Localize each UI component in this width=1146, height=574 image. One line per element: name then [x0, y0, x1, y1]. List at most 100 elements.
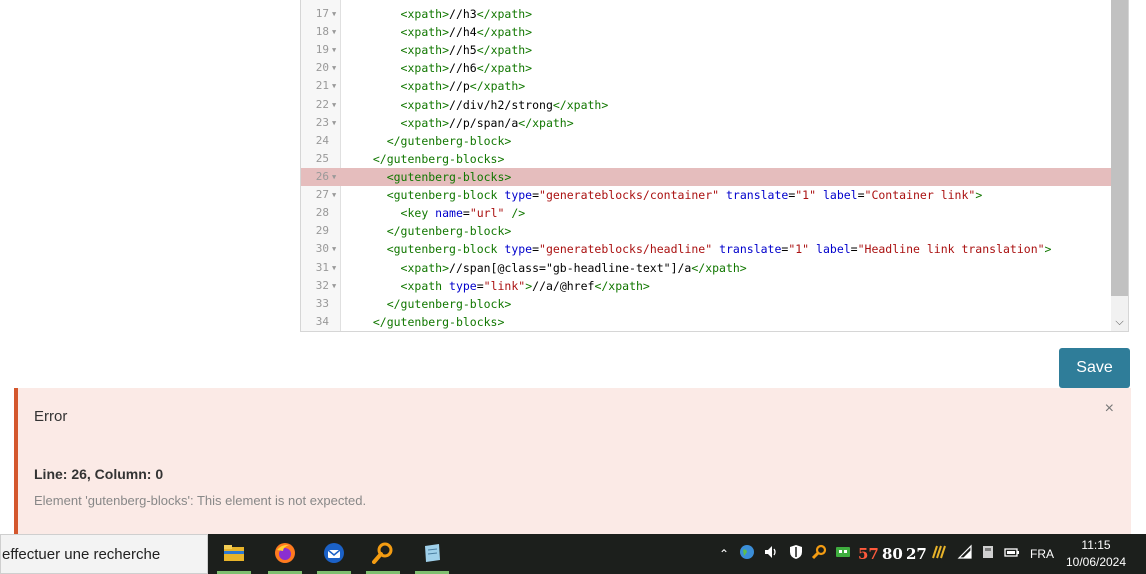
line-number: 18 [315, 25, 329, 39]
code-line[interactable]: 17 ▼ <xpath>//h3</xpath> [301, 5, 1113, 23]
code-lines: 17 ▼ <xpath>//h3</xpath> 18 ▼ <xpath>//h4</… [301, 5, 1113, 331]
thunderbird-icon [324, 543, 344, 563]
code-text: <key name="url" /> [400, 206, 526, 221]
code-line[interactable]: 24 </gutenberg-block> [301, 132, 1113, 150]
code-text: </gutenberg-blocks> [372, 314, 505, 329]
wifi-icon[interactable] [957, 544, 973, 560]
code-line[interactable]: 27 ▼ <gutenberg-block type="generateblock… [301, 186, 1113, 204]
code-text: <xpath>//h3</xpath> [400, 7, 533, 21]
tray-counter-1[interactable]: 57 [858, 544, 879, 564]
code-text: <gutenberg-block type="generateblocks/co… [386, 188, 983, 203]
taskbar: effectuer une recherche ⌃ 57 80 27 FRA 1… [0, 534, 1146, 574]
code-line[interactable]: 31 ▼ <xpath>//span[@class="gb-headline-te… [301, 259, 1113, 277]
close-icon[interactable]: × [1105, 400, 1114, 418]
line-number: 28 [315, 206, 329, 220]
code-line[interactable]: 23 ▼ <xpath>//p/span/a</xpath> [301, 114, 1113, 132]
security-shield-icon[interactable] [788, 544, 804, 560]
code-line[interactable]: 21 ▼ <xpath>//p</xpath> [301, 77, 1113, 95]
line-number: 24 [315, 133, 329, 147]
code-text: </gutenberg-block> [386, 133, 512, 148]
code-line[interactable]: 34 </gutenberg-blocks> [301, 313, 1113, 331]
error-message: Element 'gutenberg-blocks': This element… [34, 493, 367, 508]
code-line[interactable]: 18 ▼ <xpath>//h4</xpath> [301, 23, 1113, 41]
fold-arrow-icon[interactable]: ▼ [332, 77, 340, 95]
scrollbar-thumb[interactable] [1111, 0, 1128, 296]
taskbar-app-thunderbird[interactable] [315, 534, 353, 574]
search-tray-icon[interactable] [811, 544, 827, 560]
globe-icon[interactable] [739, 544, 755, 560]
fold-arrow-icon[interactable]: ▼ [332, 23, 340, 41]
taskbar-search-box[interactable]: effectuer une recherche [0, 534, 208, 574]
search-tool-icon [372, 542, 393, 564]
fold-arrow-icon[interactable]: ▼ [332, 96, 340, 114]
code-line[interactable]: 20 ▼ <xpath>//h6</xpath> [301, 59, 1113, 77]
code-text: <gutenberg-blocks> [386, 169, 512, 184]
code-text: <xpath>//h6</xpath> [400, 61, 533, 76]
show-hidden-icons-chevron-icon[interactable]: ⌃ [716, 534, 732, 574]
language-indicator[interactable]: FRA [1028, 534, 1056, 574]
fold-arrow-icon[interactable]: ▼ [332, 5, 340, 23]
line-number: 27 [315, 188, 329, 202]
app-tray-icon[interactable] [835, 544, 851, 560]
line-number: 19 [315, 43, 329, 57]
code-text: <xpath>//p</xpath> [400, 79, 526, 94]
fold-arrow-icon[interactable]: ▼ [332, 186, 340, 204]
code-text: <xpath>//h5</xpath> [400, 43, 533, 58]
storage-icon[interactable] [980, 544, 996, 560]
scroll-down-icon[interactable]: ⌵ [1111, 314, 1128, 331]
code-line-error[interactable]: 26 ▼ <gutenberg-blocks> [301, 167, 1113, 187]
error-title: Error [34, 408, 68, 425]
code-text: <gutenberg-block type="generateblocks/he… [386, 242, 1052, 257]
fold-arrow-icon[interactable]: ▼ [332, 277, 340, 295]
taskbar-app-firefox[interactable] [266, 534, 304, 574]
fold-arrow-icon[interactable]: ▼ [332, 259, 340, 277]
code-line[interactable]: 32 ▼ <xpath type="link">//a/@href</xpath> [301, 277, 1113, 295]
line-number: 34 [315, 314, 329, 328]
taskbar-app-search-tool[interactable] [364, 534, 402, 574]
code-text: <xpath>//p/span/a</xpath> [400, 115, 574, 130]
error-location: Line: 26, Column: 0 [34, 466, 164, 482]
fold-arrow-icon[interactable]: ▼ [332, 168, 340, 186]
stripes-app-icon[interactable] [931, 544, 947, 560]
clock-date: 10/06/2024 [1065, 555, 1127, 569]
line-number: 22 [315, 97, 329, 111]
line-number: 31 [315, 260, 329, 274]
code-text: <xpath>//div/h2/strong</xpath> [400, 97, 609, 112]
code-line[interactable]: 29 </gutenberg-block> [301, 222, 1113, 240]
code-text: <xpath type="link">//a/@href</xpath> [400, 278, 650, 293]
file-explorer-icon [224, 545, 244, 561]
code-line[interactable]: 30 ▼ <gutenberg-block type="generateblock… [301, 240, 1113, 258]
tray-counter-3[interactable]: 27 [906, 544, 927, 564]
fold-arrow-icon[interactable]: ▼ [332, 59, 340, 77]
code-line[interactable]: 28 <key name="url" /> [301, 204, 1113, 222]
taskbar-app-notepad[interactable] [413, 534, 451, 574]
line-number: 23 [315, 115, 329, 129]
tray-counter-2[interactable]: 80 [882, 544, 903, 564]
code-text: </gutenberg-block> [386, 296, 512, 311]
clock[interactable]: 11:15 10/06/2024 [1058, 537, 1134, 571]
code-line[interactable]: 22 ▼ <xpath>//div/h2/strong</xpath> [301, 96, 1113, 114]
fold-arrow-icon[interactable]: ▼ [332, 240, 340, 258]
notepad-icon [425, 544, 440, 562]
code-text: </gutenberg-blocks> [372, 151, 505, 166]
code-editor[interactable]: 17 ▼ <xpath>//h3</xpath> 18 ▼ <xpath>//h4</… [300, 0, 1129, 332]
battery-icon[interactable] [1004, 544, 1020, 560]
code-line[interactable]: 19 ▼ <xpath>//h5</xpath> [301, 41, 1113, 59]
line-number: 32 [315, 278, 329, 292]
code-text: </gutenberg-block> [386, 224, 512, 239]
search-placeholder: effectuer une recherche [2, 546, 161, 563]
save-button[interactable]: Save [1059, 348, 1130, 388]
taskbar-app-file-explorer[interactable] [215, 534, 253, 574]
line-number: 21 [315, 79, 329, 93]
vertical-scrollbar[interactable]: ⌵ [1111, 0, 1128, 331]
code-text: <xpath>//h4</xpath> [400, 25, 533, 40]
line-number: 30 [315, 242, 329, 256]
code-line[interactable]: 33 </gutenberg-block> [301, 295, 1113, 313]
line-number: 26 [315, 169, 329, 183]
code-line[interactable]: 25 </gutenberg-blocks> [301, 150, 1113, 168]
volume-icon[interactable] [763, 544, 779, 560]
clock-time: 11:15 [1081, 538, 1111, 552]
fold-arrow-icon[interactable]: ▼ [332, 41, 340, 59]
fold-arrow-icon[interactable]: ▼ [332, 114, 340, 132]
code-text: <xpath>//span[@class="gb-headline-text"]… [400, 260, 747, 275]
